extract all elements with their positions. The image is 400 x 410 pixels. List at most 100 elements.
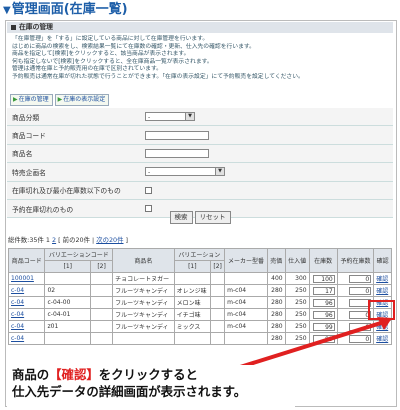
row-stock-field[interactable]: 99 bbox=[312, 334, 335, 343]
intro-line: 商品を指定して[検索]をクリックすると、該当商品が表示されます。 bbox=[12, 51, 190, 58]
form-row-code: 商品コード bbox=[7, 126, 393, 145]
form-row-name: 商品名 bbox=[7, 144, 393, 164]
row-reserve-input[interactable]: 0 bbox=[336, 320, 375, 333]
row-variation-code-1: c-04-00 bbox=[44, 296, 92, 309]
col-cost: 仕入値 bbox=[284, 248, 310, 273]
row-reserve-field[interactable]: 0 bbox=[349, 334, 372, 343]
row-variation-code-2 bbox=[90, 272, 114, 285]
intro-line: 「在庫管理」を「する」に設定している商品に対して在庫管理を行います。 bbox=[12, 36, 209, 42]
row-product-name: フルーツキャンディ bbox=[112, 296, 175, 309]
row-variation-1 bbox=[173, 332, 212, 345]
row-variation-1 bbox=[173, 272, 212, 285]
row-confirm-link[interactable]: 確認 bbox=[373, 284, 392, 297]
row-reserve-input[interactable]: 0 bbox=[336, 284, 375, 297]
confirm-highlight-box bbox=[368, 300, 395, 320]
col-vc1: [1] bbox=[44, 260, 92, 273]
row-reserve-field[interactable]: 0 bbox=[349, 274, 372, 283]
table-row: c-04 c-04-01 フルーツキャンディ イチゴ味 m-c04 280 250 96 0 確認 bbox=[7, 308, 392, 321]
col-variation: バリエーション bbox=[173, 248, 226, 261]
row-maker-code: m-c04 bbox=[224, 308, 268, 321]
row-variation-code-2 bbox=[90, 308, 114, 321]
row-reserve-field[interactable]: 0 bbox=[349, 322, 372, 331]
row-variation-1: イチゴ味 bbox=[173, 308, 212, 321]
row-stock-field[interactable]: 96 bbox=[312, 298, 335, 307]
low-stock-checkbox[interactable] bbox=[145, 186, 152, 194]
row-code-link[interactable]: 100001 bbox=[7, 272, 46, 285]
row-variation-code-1: 02 bbox=[44, 284, 92, 297]
row-maker-code bbox=[224, 272, 268, 285]
table-row: c-04 280 250 99 0 確認 bbox=[7, 332, 392, 345]
row-product-name: フルーツキャンディ bbox=[112, 320, 175, 333]
row-code-link[interactable]: c-04 bbox=[7, 332, 46, 345]
row-product-name bbox=[112, 332, 175, 345]
triangle-down-icon: ▼ bbox=[3, 5, 11, 16]
col-maker: メーカー型番 bbox=[224, 248, 268, 273]
row-variation-code-2 bbox=[90, 284, 114, 297]
row-variation-2 bbox=[210, 284, 226, 297]
row-code-link[interactable]: c-04 bbox=[7, 296, 46, 309]
row-maker-code: m-c04 bbox=[224, 296, 268, 309]
row-confirm-link[interactable]: 確認 bbox=[373, 320, 392, 333]
product-code-input[interactable] bbox=[145, 130, 209, 140]
row-stock-field[interactable]: 100 bbox=[312, 274, 335, 283]
row-variation-code-1: c-04-01 bbox=[44, 308, 92, 321]
form-row-category: 商品分類 - ▼ bbox=[7, 108, 393, 127]
row-reserve-input[interactable]: 0 bbox=[336, 332, 375, 345]
row-cost: 250 bbox=[284, 284, 310, 297]
product-name-input[interactable] bbox=[145, 148, 209, 158]
row-stock-input[interactable]: 96 bbox=[308, 308, 338, 321]
row-stock-input[interactable]: 100 bbox=[308, 272, 338, 285]
row-cost: 250 bbox=[284, 320, 310, 333]
row-price: 280 bbox=[266, 320, 286, 333]
col-reserve: 予約在庫数 bbox=[336, 248, 375, 273]
row-confirm-link[interactable]: 確認 bbox=[373, 272, 392, 285]
intro-line: 管理は通常在庫と予約販売用の在庫で区別されています。 bbox=[12, 66, 162, 73]
nav-stock-display-settings[interactable]: ▶在庫の表示設定 bbox=[54, 94, 110, 106]
col-vc2: [2] bbox=[90, 260, 114, 273]
page-2-link[interactable]: 2 bbox=[52, 236, 56, 244]
pagination: 総件数:35件 1 2 [ 前の20件 | 次の20件 ] bbox=[8, 236, 129, 244]
row-stock-field[interactable]: 17 bbox=[312, 286, 335, 295]
row-confirm-link[interactable]: 確認 bbox=[373, 332, 392, 345]
callout-box: 商品の【確認】をクリックすると 仕入先データの詳細画面が表示されます。 bbox=[7, 365, 295, 407]
row-variation-2 bbox=[210, 332, 226, 345]
page-title: ▼管理画面(在庫一覧) bbox=[3, 2, 128, 17]
row-stock-input[interactable]: 99 bbox=[308, 320, 338, 333]
square-bullet-icon bbox=[11, 24, 16, 30]
row-code-link[interactable]: c-04 bbox=[7, 284, 46, 297]
search-button[interactable]: 検索 bbox=[169, 211, 193, 224]
row-variation-code-2 bbox=[90, 296, 114, 309]
table-header-row: 商品コード バリエーションコード 商品名 バリエーション メーカー型番 売価 仕… bbox=[7, 248, 392, 273]
row-price: 400 bbox=[266, 272, 286, 285]
row-cost: 250 bbox=[284, 332, 310, 345]
col-var2: [2] bbox=[210, 260, 226, 273]
reset-button[interactable]: リセット bbox=[194, 211, 231, 224]
row-price: 280 bbox=[266, 284, 286, 297]
row-stock-field[interactable]: 96 bbox=[312, 310, 335, 319]
search-form: 商品分類 - ▼ 商品コード 商品名 特売企画名 - ▼ 在庫切れ及び最小在庫数以下… bbox=[7, 108, 393, 219]
row-stock-input[interactable]: 17 bbox=[308, 284, 338, 297]
row-stock-field[interactable]: 99 bbox=[312, 322, 335, 331]
row-reserve-field[interactable]: 0 bbox=[349, 286, 372, 295]
next-page-link[interactable]: 次の20件 bbox=[96, 236, 123, 244]
special-sale-select[interactable]: - ▼ bbox=[145, 167, 225, 177]
row-reserve-input[interactable]: 0 bbox=[336, 272, 375, 285]
table-row: c-04 z01 フルーツキャンディ ミックス m-c04 280 250 99 0 確認 bbox=[7, 320, 392, 333]
row-stock-input[interactable]: 96 bbox=[308, 296, 338, 309]
chevron-down-icon: ▼ bbox=[185, 113, 194, 121]
section-header: 在庫の管理 bbox=[7, 22, 393, 33]
row-price: 280 bbox=[266, 296, 286, 309]
row-cost: 250 bbox=[284, 308, 310, 321]
row-price: 280 bbox=[266, 308, 286, 321]
category-select[interactable]: - ▼ bbox=[145, 112, 195, 122]
row-code-link[interactable]: c-04 bbox=[7, 320, 46, 333]
table-row: c-04 c-04-00 フルーツキャンディ メロン味 m-c04 280 250 96 確認 bbox=[7, 296, 392, 309]
triangle-right-icon: ▶ bbox=[13, 96, 18, 103]
row-maker-code: m-c04 bbox=[224, 284, 268, 297]
intro-text: 「在庫管理」を「する」に設定している商品に対して在庫管理を行います。 はじめに商… bbox=[12, 36, 392, 82]
intro-line: 予約販売は通常在庫が切れた状態で行うことができます。「在庫の表示設定」にて予約販… bbox=[12, 73, 304, 80]
nav-stock-management[interactable]: ▶在庫の管理 bbox=[10, 94, 53, 106]
row-variation-code-2 bbox=[90, 332, 114, 345]
row-code-link[interactable]: c-04 bbox=[7, 308, 46, 321]
row-stock-input[interactable]: 99 bbox=[308, 332, 338, 345]
